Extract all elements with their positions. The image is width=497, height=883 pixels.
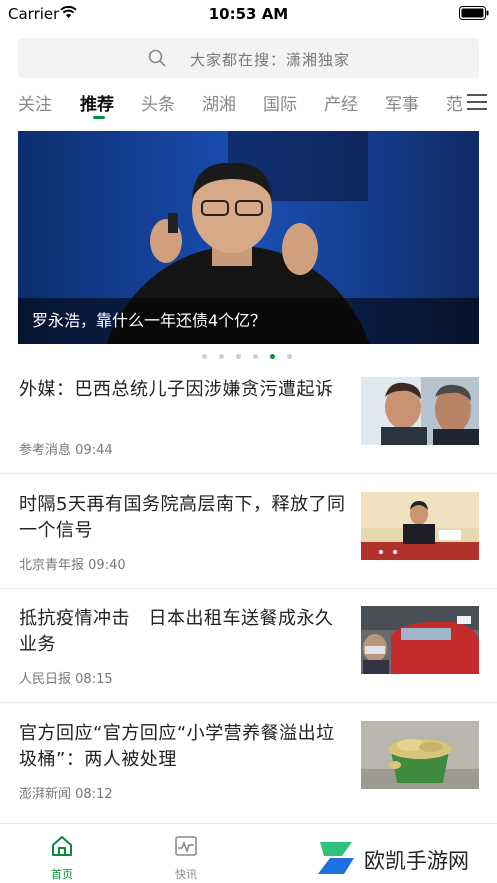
tab-military[interactable]: 军事 <box>385 90 419 115</box>
news-title: 时隔5天再有国务院高层南下，释放了同一个信号 <box>19 494 346 541</box>
news-source: 人民日报 <box>19 672 72 687</box>
news-meta: 澎湃新闻 08:12 <box>19 783 113 802</box>
carousel-dots <box>202 352 297 360</box>
active-tab-indicator <box>93 116 105 119</box>
divider <box>0 473 497 474</box>
carousel-dot[interactable] <box>236 354 241 359</box>
search-bar[interactable]: 大家都在搜：潇湘独家 <box>18 38 479 78</box>
menu-icon[interactable] <box>467 93 487 111</box>
divider <box>0 702 497 703</box>
news-item[interactable]: 时隔5天再有国务院高层南下，释放了同一个信号 北京青年报 09:40 <box>0 492 497 607</box>
carousel-dot-active[interactable] <box>270 354 275 359</box>
tabbar-flash-news[interactable]: 快讯 <box>141 824 231 883</box>
news-item[interactable]: 官方回应“官方回应“小学营养餐溢出垃圾桶”：两人被处理 澎湃新闻 08:12 <box>0 721 497 836</box>
tab-hunan[interactable]: 湖湘 <box>202 90 236 115</box>
tab-international[interactable]: 国际 <box>263 90 297 115</box>
clock-label: 10:53 AM <box>208 5 289 23</box>
news-item[interactable]: 外媒：巴西总统儿子因涉嫌贪污遭起诉 参考消息 09:44 <box>0 377 497 492</box>
home-icon <box>52 836 72 856</box>
divider <box>0 588 497 589</box>
news-thumbnail <box>361 606 479 674</box>
tab-more-partial[interactable]: 范 <box>446 90 463 115</box>
search-placeholder: 大家都在搜：潇湘独家 <box>190 51 351 69</box>
news-title: 外媒：巴西总统儿子因涉嫌贪污遭起诉 <box>19 379 334 400</box>
tab-follow[interactable]: 关注 <box>18 90 52 115</box>
news-meta: 人民日报 08:15 <box>19 668 113 687</box>
featured-banner[interactable]: 罗永浩，靠什么一年还债4个亿？ <box>18 131 479 344</box>
watermark-text: 欧凯手游网 <box>364 849 469 873</box>
tabbar-home[interactable]: 首页 <box>17 824 107 883</box>
tab-economy[interactable]: 产经 <box>324 90 358 115</box>
news-time: 08:12 <box>75 787 113 802</box>
news-time: 08:15 <box>75 672 113 687</box>
tabbar-label: 快讯 <box>175 868 197 881</box>
news-title: 抵抗疫情冲击 日本出租车送餐成永久业务 <box>19 608 334 655</box>
category-tabs: 关注 推荐 头条 湖湘 国际 产经 军事 范 <box>18 90 466 120</box>
news-meta: 北京青年报 09:40 <box>19 554 126 573</box>
news-source: 北京青年报 <box>19 558 85 573</box>
news-source: 澎湃新闻 <box>19 787 72 802</box>
news-meta: 参考消息 09:44 <box>19 439 113 458</box>
watermark-logo: 欧凯手游网 <box>312 836 497 878</box>
tab-headlines[interactable]: 头条 <box>141 90 175 115</box>
news-time: 09:40 <box>88 558 126 573</box>
news-source: 参考消息 <box>19 443 72 458</box>
carousel-dot[interactable] <box>253 354 258 359</box>
carousel-dot[interactable] <box>202 354 207 359</box>
search-icon <box>148 49 166 67</box>
watermark-icon <box>318 842 354 874</box>
news-item[interactable]: 抵抗疫情冲击 日本出租车送餐成永久业务 人民日报 08:15 <box>0 606 497 721</box>
news-time: 09:44 <box>75 443 113 458</box>
battery-icon <box>459 6 489 20</box>
banner-caption: 罗永浩，靠什么一年还债4个亿？ <box>32 311 267 330</box>
news-thumbnail <box>361 377 479 445</box>
status-bar: Carrier 10:53 AM <box>0 0 497 28</box>
news-thumbnail <box>361 492 479 560</box>
carousel-dot[interactable] <box>287 354 292 359</box>
carousel-dot[interactable] <box>219 354 224 359</box>
tab-recommend[interactable]: 推荐 <box>80 90 114 115</box>
pulse-icon <box>175 836 197 856</box>
news-thumbnail <box>361 721 479 789</box>
news-title: 官方回应“官方回应“小学营养餐溢出垃圾桶”：两人被处理 <box>19 723 335 770</box>
tabbar-label: 首页 <box>51 868 73 881</box>
